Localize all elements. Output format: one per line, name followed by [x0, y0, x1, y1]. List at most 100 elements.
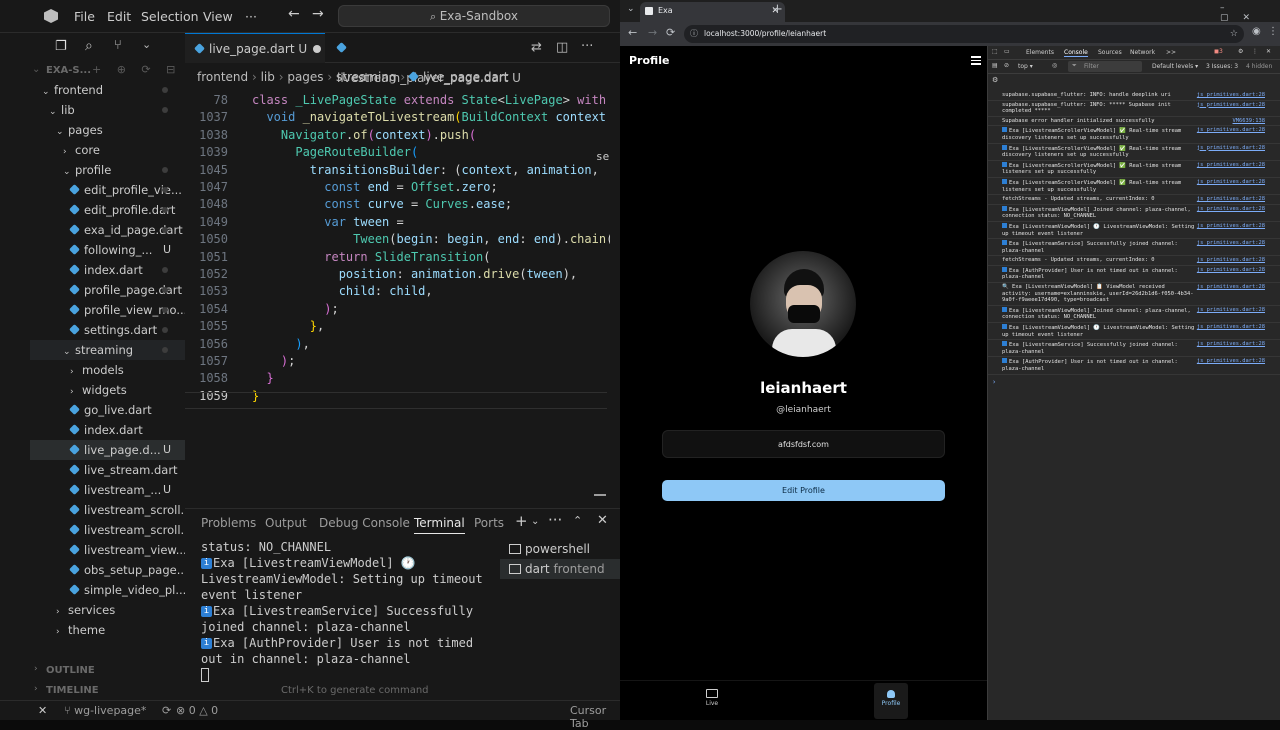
folder-item[interactable]: ⌄ profile: [30, 160, 185, 180]
new-terminal-icon[interactable]: +: [515, 512, 528, 530]
file-item[interactable]: simple_video_pl...: [30, 580, 185, 600]
more-icon[interactable]: ···: [548, 511, 562, 529]
console-source-link[interactable]: js_primitives.dart:28: [1197, 223, 1265, 230]
tab-live-page[interactable]: live_page.dart U: [185, 33, 325, 63]
forward-arrow-icon[interactable]: →: [312, 6, 324, 22]
file-item[interactable]: profile_view_mo...: [30, 300, 185, 320]
issues-counter[interactable]: 3 Issues: 3: [1206, 63, 1238, 70]
terminal-output[interactable]: status: NO_CHANNEL i Exa [LivestreamViewMo…: [201, 539, 491, 682]
remote-icon[interactable]: ✕: [38, 704, 47, 717]
problems-indicator[interactable]: ⊗ 0 △ 0: [176, 704, 218, 717]
more-actions-icon[interactable]: ···: [581, 39, 593, 54]
breadcrumb-item[interactable]: lib: [261, 70, 275, 84]
file-item[interactable]: livestream_view...: [30, 540, 185, 560]
file-item[interactable]: profile_page.dart: [30, 280, 185, 300]
explorer-actions[interactable]: + ⊕ ⟳ ⊟: [92, 63, 181, 76]
file-item[interactable]: edit_profile.dart: [30, 200, 185, 220]
console-source-link[interactable]: js_primitives.dart:28: [1197, 341, 1265, 348]
tab-terminal[interactable]: Terminal: [414, 516, 465, 534]
file-item[interactable]: live_page.d... U: [30, 440, 185, 460]
source-control-icon[interactable]: ⑂: [114, 38, 122, 53]
close-icon[interactable]: ✕: [1266, 48, 1271, 55]
back-arrow-icon[interactable]: ←: [288, 6, 300, 22]
unsaved-dot-icon[interactable]: [313, 45, 321, 53]
console-source-link[interactable]: js_primitives.dart:28: [1197, 196, 1265, 203]
tab-problems[interactable]: Problems: [201, 516, 256, 530]
file-item[interactable]: livestream_scroll...: [30, 520, 185, 540]
context-selector[interactable]: top ▾: [1018, 63, 1033, 70]
browser-tab[interactable]: Exa ✕: [640, 2, 785, 22]
console-source-link[interactable]: js_primitives.dart:28: [1197, 102, 1265, 109]
browser-menu-icon[interactable]: ⋮: [1268, 26, 1278, 37]
issues-icon[interactable]: ◼3: [1214, 48, 1223, 55]
kebab-icon[interactable]: ⋮: [1252, 48, 1258, 55]
folder-item[interactable]: ⌄ pages: [30, 120, 185, 140]
file-item[interactable]: go_live.dart: [30, 400, 185, 420]
console-source-link[interactable]: js_primitives.dart:28: [1197, 206, 1265, 213]
file-item[interactable]: live_stream.dart: [30, 460, 185, 480]
folder-item[interactable]: › widgets: [30, 380, 185, 400]
file-item[interactable]: index.dart: [30, 260, 185, 280]
devtools-tab-network[interactable]: Network: [1130, 49, 1155, 56]
console-source-link[interactable]: js_primitives.dart:28: [1197, 92, 1265, 99]
window-controls[interactable]: –▢✕: [1220, 3, 1280, 23]
file-item[interactable]: index.dart: [30, 420, 185, 440]
menu-view[interactable]: View: [203, 9, 233, 24]
menu-file[interactable]: File: [74, 9, 95, 24]
bookmark-star-icon[interactable]: ☆: [1230, 25, 1238, 43]
console-filter-input[interactable]: ⏷ Filter: [1068, 61, 1142, 72]
sidebar-toggle-icon[interactable]: ▤: [992, 62, 998, 69]
forward-arrow-icon[interactable]: →: [648, 26, 657, 39]
menu-more[interactable]: ···: [245, 9, 257, 24]
tab-debug-console[interactable]: Debug Console: [319, 516, 410, 530]
menu-selection[interactable]: Selection: [141, 9, 199, 24]
breadcrumb-item[interactable]: live_page.dart: [423, 70, 509, 84]
branch-indicator[interactable]: ⑂ wg-livepage*: [64, 704, 146, 717]
file-item[interactable]: exa_id_page.dart: [30, 220, 185, 240]
breadcrumb-item[interactable]: frontend: [197, 70, 248, 84]
edit-profile-button[interactable]: Edit Profile: [662, 480, 945, 501]
outline-section[interactable]: › OUTLINE: [30, 660, 185, 680]
terminal-item-powershell[interactable]: powershell: [500, 539, 620, 559]
console-source-link[interactable]: js_primitives.dart:28: [1197, 358, 1265, 365]
explorer-icon[interactable]: ❐: [55, 39, 67, 54]
folder-item[interactable]: › core: [30, 140, 185, 160]
folder-item[interactable]: › theme: [30, 620, 185, 640]
command-center[interactable]: ⌕ Exa-Sandbox: [338, 5, 610, 27]
breadcrumb-item[interactable]: pages: [287, 70, 323, 84]
back-arrow-icon[interactable]: ←: [628, 26, 637, 39]
console-settings-icon[interactable]: ⚙: [992, 76, 998, 84]
log-levels-select[interactable]: Default levels ▾: [1152, 63, 1198, 70]
inspect-icon[interactable]: ⬚: [992, 48, 998, 55]
console-source-link[interactable]: VM6639:138: [1233, 118, 1265, 125]
chevron-down-icon[interactable]: ⌄: [32, 64, 40, 75]
site-info-icon[interactable]: ⓘ: [690, 25, 698, 43]
tab-search-icon[interactable]: ⌄: [627, 4, 635, 14]
devtools-tab-elements[interactable]: Elements: [1026, 49, 1054, 56]
console-source-link[interactable]: js_primitives.dart:28: [1197, 240, 1265, 247]
file-item[interactable]: livestream_... U: [30, 480, 185, 500]
chevron-down-icon[interactable]: ⌄: [142, 38, 151, 51]
eye-icon[interactable]: ◎: [1052, 62, 1057, 69]
console-source-link[interactable]: js_primitives.dart:28: [1197, 257, 1265, 264]
tab-output[interactable]: Output: [265, 516, 307, 530]
code-editor[interactable]: 78 class _LivePageState extends State<Liv…: [185, 90, 610, 410]
file-item[interactable]: edit_profile_vie...: [30, 180, 185, 200]
hamburger-menu-icon[interactable]: [971, 56, 981, 65]
clear-console-icon[interactable]: ⊘: [1004, 62, 1009, 69]
console-source-link[interactable]: js_primitives.dart:28: [1197, 267, 1265, 274]
minimize-icon[interactable]: [594, 494, 606, 496]
split-editor-icon[interactable]: ◫: [556, 40, 568, 55]
sync-icon[interactable]: ⟳: [162, 704, 171, 717]
maximize-panel-icon[interactable]: ⌃: [573, 514, 582, 527]
device-toolbar-icon[interactable]: ▭: [1004, 48, 1010, 55]
timeline-section[interactable]: › TIMELINE: [30, 680, 185, 700]
console-source-link[interactable]: js_primitives.dart:28: [1197, 162, 1265, 169]
nav-live[interactable]: Live: [696, 685, 728, 717]
console-source-link[interactable]: js_primitives.dart:28: [1197, 179, 1265, 186]
settings-gear-icon[interactable]: ⚙: [1238, 48, 1243, 55]
file-item[interactable]: obs_setup_page...: [30, 560, 185, 580]
profile-icon[interactable]: ◉: [1252, 26, 1261, 37]
console-source-link[interactable]: js_primitives.dart:28: [1197, 284, 1265, 291]
console-source-link[interactable]: js_primitives.dart:28: [1197, 307, 1265, 314]
